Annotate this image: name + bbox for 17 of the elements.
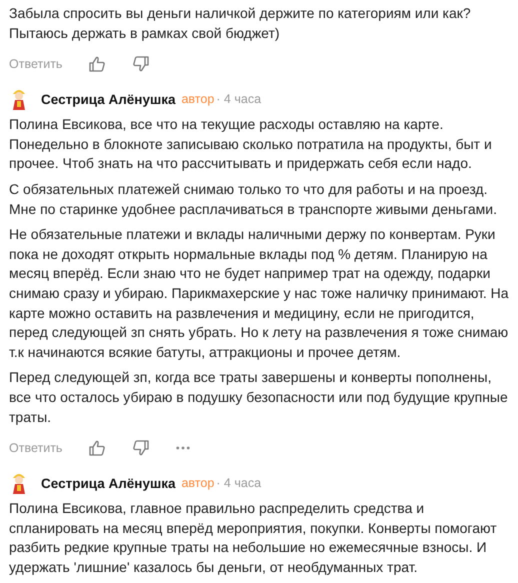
comment-text: Не обязательные платежи и вклады наличными держу по конвертам. Руки пока не доходят открыть нормальные вклады под % детям. Планирую на месяц вперёд. Если знаю что не будет например трат на одежду, подарки снимаю сразу и убираю. Парикмахерские у нас тоже наличку принимают. На карте можно оставить на развлечения и медицину, если не пригодится, перед следующей зп снять убрать. Но к лету на развлечения я тоже снимаю т.к начинаются всякие батуты, аттракционы и прочее детям.: [9, 225, 509, 362]
comment-text: Полина Евсикова, все что на текущие расходы оставляю на карте. Понедельно в блокноте записываю сколько потратила на продукты, быт и прочее. Чтоб знать на что рассчитывать и придержать себя если надо.: [9, 115, 493, 174]
more-icon[interactable]: [176, 446, 190, 450]
author-label: автор: [181, 92, 214, 106]
comment-text: Забыла спросить вы деньги наличкой держите по категориям или как? Пытаюсь держать в рамках свой бюджет): [9, 4, 472, 43]
thumbs-down-icon[interactable]: [132, 55, 150, 74]
thumbs-up-icon[interactable]: [88, 55, 106, 74]
comment-text: Перед следующей зп, когда все траты завершены и конверты пополнены, все что осталось убираю в подушку безопасности или под будущие крупные траты.: [9, 368, 509, 427]
comment-text: Полина Евсикова, главное правильно распределить средства и спланировать на месяц вперёд мероприятия, покупки. Конверты помогают разбить редкие крупные траты на небольшие но ежемесячные взносы. И удержать 'лишние' казалось бы деньги, от необдуманных трат.: [9, 499, 498, 577]
comment-time: · 4 часа: [216, 92, 262, 106]
author-name[interactable]: Сестрица Алёнушка: [41, 476, 176, 491]
author-name[interactable]: Сестрица Алёнушка: [41, 92, 176, 107]
thumbs-up-icon[interactable]: [88, 439, 106, 458]
comment-text: С обязательных платежей снимаю только то что для работы и на проезд. Мне по старинке удобнее расплачиваться в транспорте живыми деньгами.: [9, 180, 498, 219]
author-label: автор: [181, 476, 214, 490]
comment-time: · 4 часа: [216, 476, 262, 490]
thumbs-down-icon[interactable]: [132, 439, 150, 458]
